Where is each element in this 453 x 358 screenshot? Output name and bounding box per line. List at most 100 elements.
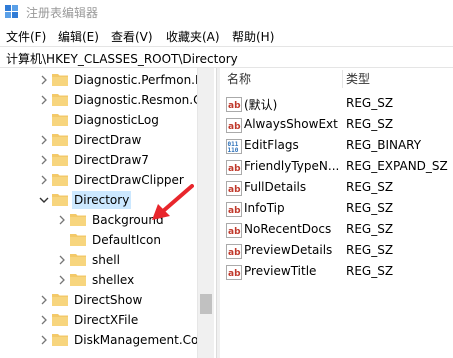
tree-item[interactable]: DirectShow bbox=[0, 290, 200, 310]
chevron-right-icon[interactable] bbox=[38, 94, 50, 106]
menu-view[interactable]: 查看(V) bbox=[111, 28, 153, 45]
svg-text:ab: ab bbox=[228, 269, 241, 279]
tree-item-label: DiagnosticLog bbox=[74, 113, 159, 127]
tree-item[interactable]: DirectDraw7 bbox=[0, 150, 200, 170]
tree-item[interactable]: DirectXFile bbox=[0, 310, 200, 330]
column-header-type[interactable]: 类型 bbox=[346, 68, 370, 90]
value-row[interactable]: ab PreviewDetails REG_SZ bbox=[221, 241, 453, 262]
chevron-right-icon[interactable] bbox=[56, 214, 68, 226]
window-title: 注册表编辑器 bbox=[26, 6, 99, 20]
registry-editor-icon bbox=[5, 5, 18, 18]
value-row[interactable]: ab FriendlyTypeN... REG_EXPAND_SZ bbox=[221, 157, 453, 178]
value-type: REG_EXPAND_SZ bbox=[346, 159, 448, 173]
tree-item-label: Directory bbox=[72, 191, 132, 209]
tree-item-label: DirectDraw7 bbox=[74, 153, 149, 167]
value-row[interactable]: ab FullDetails REG_SZ bbox=[221, 178, 453, 199]
value-name: InfoTip bbox=[244, 201, 285, 215]
svg-text:110: 110 bbox=[228, 147, 239, 154]
svg-text:ab: ab bbox=[228, 227, 241, 237]
value-type: REG_BINARY bbox=[346, 138, 422, 152]
menu-edit[interactable]: 编辑(E) bbox=[58, 28, 99, 45]
string-value-icon: ab bbox=[226, 181, 242, 196]
value-name: FriendlyTypeN... bbox=[244, 159, 340, 173]
folder-icon bbox=[52, 134, 68, 146]
folder-open-icon bbox=[52, 194, 68, 206]
svg-text:ab: ab bbox=[228, 185, 241, 195]
menu-help[interactable]: 帮助(H) bbox=[232, 28, 274, 45]
string-value-icon: ab bbox=[226, 97, 242, 112]
tree-item-label: DefaultIcon bbox=[92, 233, 161, 247]
menu-favorites[interactable]: 收藏夹(A) bbox=[166, 28, 220, 45]
folder-icon bbox=[70, 274, 86, 286]
value-type: REG_SZ bbox=[346, 117, 394, 131]
chevron-right-icon[interactable] bbox=[38, 334, 50, 346]
tree-item[interactable]: shellex bbox=[0, 270, 200, 290]
tree-item[interactable]: DiskManagement.Co bbox=[0, 330, 200, 350]
value-name: AlwaysShowExt bbox=[244, 117, 338, 131]
value-row[interactable]: ab (默认) REG_SZ bbox=[221, 94, 453, 115]
folder-icon bbox=[70, 254, 86, 266]
tree-item-label: DirectXFile bbox=[74, 313, 139, 327]
value-row[interactable]: 011 110 EditFlags REG_BINARY bbox=[221, 136, 453, 157]
tree-item[interactable]: DirectDraw bbox=[0, 130, 200, 150]
value-row[interactable]: ab NoRecentDocs REG_SZ bbox=[221, 220, 453, 241]
tree-item-label: shell bbox=[92, 253, 120, 267]
value-row[interactable]: ab InfoTip REG_SZ bbox=[221, 199, 453, 220]
value-name: (默认) bbox=[244, 98, 278, 112]
value-type: REG_SZ bbox=[346, 264, 394, 278]
svg-text:ab: ab bbox=[228, 122, 241, 132]
value-type: REG_SZ bbox=[346, 222, 394, 236]
string-value-icon: ab bbox=[226, 223, 242, 238]
tree-item-label: Diagnostic.Perfmon.D bbox=[74, 73, 205, 87]
menu-file[interactable]: 文件(F) bbox=[6, 28, 46, 45]
chevron-down-icon[interactable] bbox=[38, 194, 50, 206]
chevron-right-icon[interactable] bbox=[56, 274, 68, 286]
tree-scrollbar-thumb[interactable] bbox=[200, 294, 212, 314]
values-list: 名称 类型 ab (默认) REG_SZ ab AlwaysShowExt RE… bbox=[221, 68, 453, 358]
chevron-right-icon[interactable] bbox=[38, 314, 50, 326]
value-row[interactable]: ab AlwaysShowExt REG_SZ bbox=[221, 115, 453, 136]
title-bar: 注册表编辑器 bbox=[0, 0, 453, 24]
string-value-icon: ab bbox=[226, 160, 242, 175]
value-name: PreviewTitle bbox=[244, 264, 317, 278]
value-type: REG_SZ bbox=[346, 243, 394, 257]
value-name: FullDetails bbox=[244, 180, 307, 194]
tree-item[interactable]: DefaultIcon bbox=[0, 230, 200, 250]
tree-item-label: Diagnostic.Resmon.C bbox=[74, 93, 202, 107]
folder-icon bbox=[52, 154, 68, 166]
chevron-right-icon[interactable] bbox=[38, 174, 50, 186]
folder-icon bbox=[52, 174, 68, 186]
tree-item[interactable]: Diagnostic.Perfmon.D bbox=[0, 70, 204, 90]
chevron-right-icon[interactable] bbox=[38, 74, 50, 86]
chevron-right-icon[interactable] bbox=[38, 154, 50, 166]
svg-text:ab: ab bbox=[228, 164, 241, 174]
folder-icon bbox=[52, 94, 68, 106]
string-value-icon: ab bbox=[226, 265, 242, 280]
address-path[interactable]: 计算机\HKEY_CLASSES_ROOT\Directory bbox=[6, 50, 238, 67]
tree-item-label: DirectDraw bbox=[74, 133, 142, 147]
folder-icon bbox=[52, 74, 68, 86]
tree-scrollbar[interactable] bbox=[197, 68, 214, 358]
folder-icon bbox=[70, 234, 86, 246]
tree-item-label: DirectShow bbox=[74, 293, 143, 307]
value-type: REG_SZ bbox=[346, 96, 394, 110]
annotation-arrow-icon bbox=[152, 184, 194, 220]
column-divider[interactable] bbox=[342, 70, 343, 88]
binary-value-icon: 011110 bbox=[226, 139, 242, 154]
value-type: REG_SZ bbox=[346, 201, 394, 215]
tree-item[interactable]: Diagnostic.Resmon.C bbox=[0, 90, 202, 110]
folder-icon bbox=[70, 214, 86, 226]
value-row[interactable]: ab PreviewTitle REG_SZ bbox=[221, 262, 453, 283]
pane-splitter[interactable] bbox=[216, 68, 220, 358]
tree-item[interactable]: shell bbox=[0, 250, 200, 270]
chevron-right-icon[interactable] bbox=[38, 294, 50, 306]
chevron-right-icon[interactable] bbox=[56, 254, 68, 266]
address-bar[interactable]: 计算机\HKEY_CLASSES_ROOT\Directory bbox=[0, 46, 453, 68]
chevron-right-icon[interactable] bbox=[38, 134, 50, 146]
menu-bar: 文件(F) 编辑(E) 查看(V) 收藏夹(A) 帮助(H) bbox=[0, 24, 453, 46]
tree-item-label: DiskManagement.Co bbox=[74, 333, 199, 347]
folder-icon bbox=[52, 314, 68, 326]
column-header-name[interactable]: 名称 bbox=[227, 68, 251, 90]
string-value-icon: ab bbox=[226, 118, 242, 133]
tree-item[interactable]: DiagnosticLog bbox=[0, 110, 200, 130]
